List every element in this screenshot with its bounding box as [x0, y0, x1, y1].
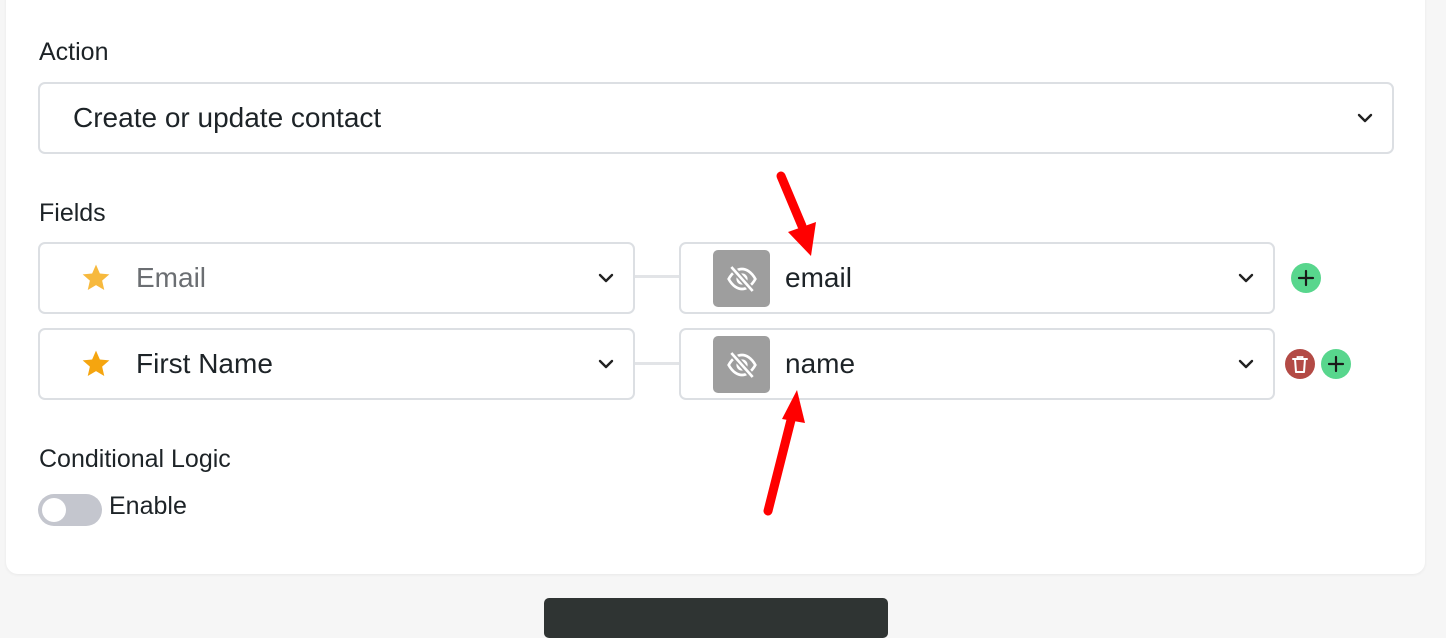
action-label: Action [39, 38, 109, 66]
field-select-email[interactable]: Email [38, 242, 635, 314]
value-select-email[interactable]: email [679, 242, 1275, 314]
add-row-button[interactable] [1321, 349, 1351, 379]
plus-icon [1327, 355, 1345, 373]
field-connector [635, 275, 680, 278]
field-select-label: First Name [136, 348, 273, 379]
action-select-value: Create or update contact [73, 102, 382, 133]
field-connector [635, 362, 680, 365]
chevron-down-icon [1357, 113, 1373, 123]
value-select-label: name [785, 348, 856, 379]
delete-row-button[interactable] [1285, 349, 1315, 379]
chevron-down-icon [1238, 273, 1254, 283]
chevron-down-icon [598, 359, 614, 369]
eye-slash-icon [726, 264, 757, 293]
conditional-logic-label: Conditional Logic [39, 445, 231, 473]
field-select-label: Email [136, 262, 207, 293]
hidden-field-badge [713, 336, 770, 393]
plus-icon [1297, 269, 1315, 287]
star-icon [82, 264, 110, 290]
chevron-down-icon [1238, 359, 1254, 369]
hidden-field-badge [713, 250, 770, 307]
toggle-label: Enable [109, 492, 187, 520]
field-select-first-name[interactable]: First Name [38, 328, 635, 400]
chevron-down-icon [598, 273, 614, 283]
eye-slash-icon [726, 350, 757, 379]
toggle-knob [42, 498, 66, 522]
conditional-logic-toggle[interactable] [38, 494, 102, 526]
trash-icon [1292, 356, 1308, 373]
value-select-label: email [785, 262, 852, 293]
action-select[interactable]: Create or update contact [38, 82, 1394, 154]
save-button[interactable] [544, 598, 888, 638]
add-row-button[interactable] [1291, 263, 1321, 293]
value-select-name[interactable]: name [679, 328, 1275, 400]
fields-label: Fields [39, 199, 106, 227]
star-icon [82, 350, 110, 376]
